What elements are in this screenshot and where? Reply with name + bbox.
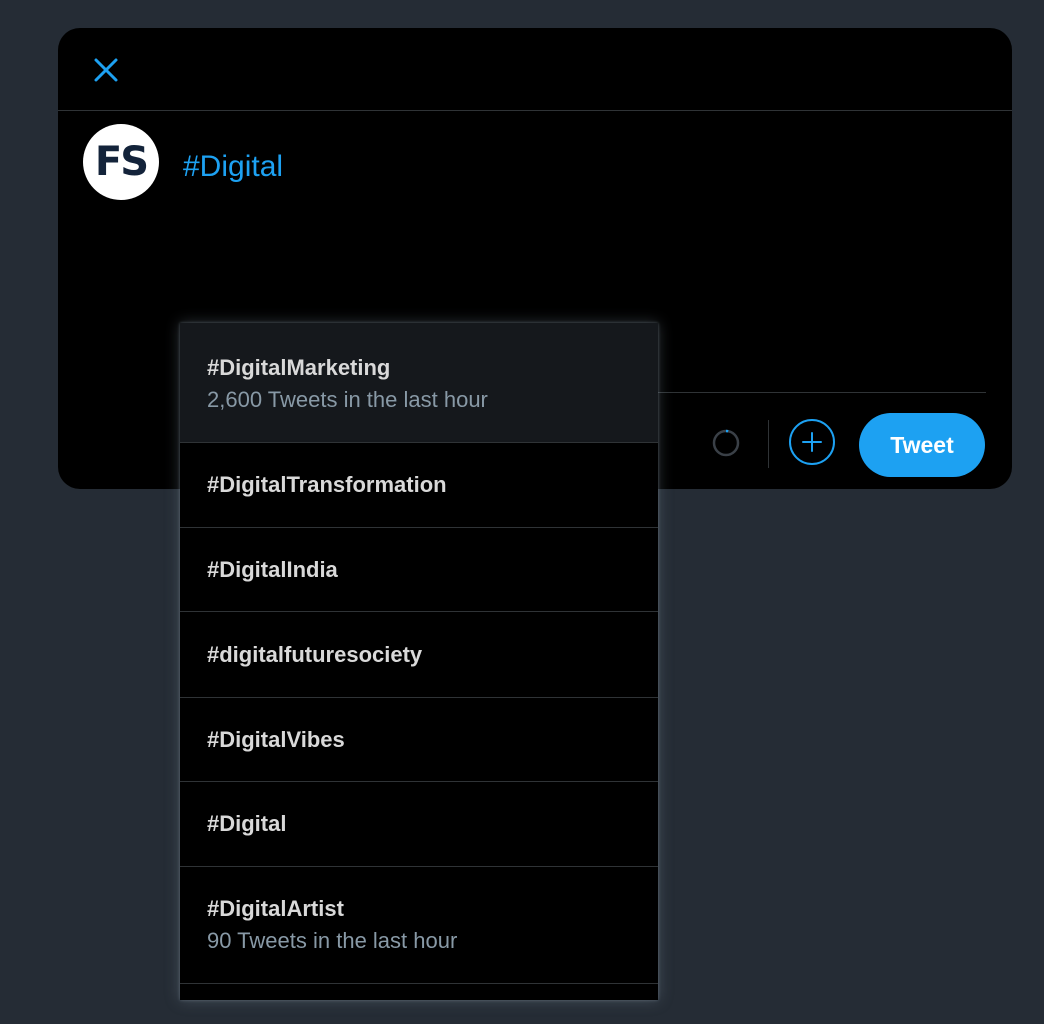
toolbar-separator bbox=[768, 420, 769, 468]
plus-icon bbox=[802, 432, 822, 452]
modal-header bbox=[58, 28, 1012, 111]
suggestion-tag: #DigitalTransformation bbox=[207, 472, 447, 497]
suggestion-count: 90 Tweets in the last hour bbox=[207, 928, 458, 953]
suggestion-tag: #DigitalVibes bbox=[207, 727, 345, 752]
suggestion-tag: #digitalfuturesociety bbox=[207, 642, 423, 667]
tweet-text-input[interactable]: #Digital bbox=[183, 150, 283, 184]
toolbar-divider bbox=[658, 392, 986, 393]
suggestion-tag: #DigitalArtist bbox=[207, 896, 344, 921]
suggestion-tag: #Digital bbox=[207, 811, 287, 836]
suggestion-tag: #DigitalMarketing bbox=[207, 355, 391, 380]
suggestion-item[interactable]: #DigitalMarketing 2,600 Tweets in the la… bbox=[180, 323, 658, 443]
progress-ring-icon bbox=[712, 429, 740, 457]
close-button[interactable] bbox=[86, 50, 126, 90]
suggestion-item[interactable]: #DigitalArtist 90 Tweets in the last hou… bbox=[180, 867, 658, 984]
tweet-button[interactable]: Tweet bbox=[859, 413, 985, 477]
suggestion-item[interactable]: #Digital bbox=[180, 782, 658, 867]
suggestion-item[interactable]: #DigitalTransformation bbox=[180, 443, 658, 528]
suggestion-item[interactable]: #DigitalVibes bbox=[180, 698, 658, 782]
avatar[interactable]: FS bbox=[83, 124, 159, 200]
suggestion-item[interactable]: #DigitalIndia bbox=[180, 528, 658, 612]
hashtag-suggestions: #DigitalMarketing 2,600 Tweets in the la… bbox=[180, 323, 658, 1000]
suggestion-count: 2,600 Tweets in the last hour bbox=[207, 387, 488, 412]
suggestion-item[interactable]: #digitalfuturesociety bbox=[180, 612, 658, 698]
close-icon bbox=[94, 58, 118, 82]
suggestion-tag: #DigitalIndia bbox=[207, 557, 338, 582]
add-tweet-button[interactable] bbox=[789, 419, 835, 465]
avatar-initials: FS bbox=[94, 139, 149, 185]
